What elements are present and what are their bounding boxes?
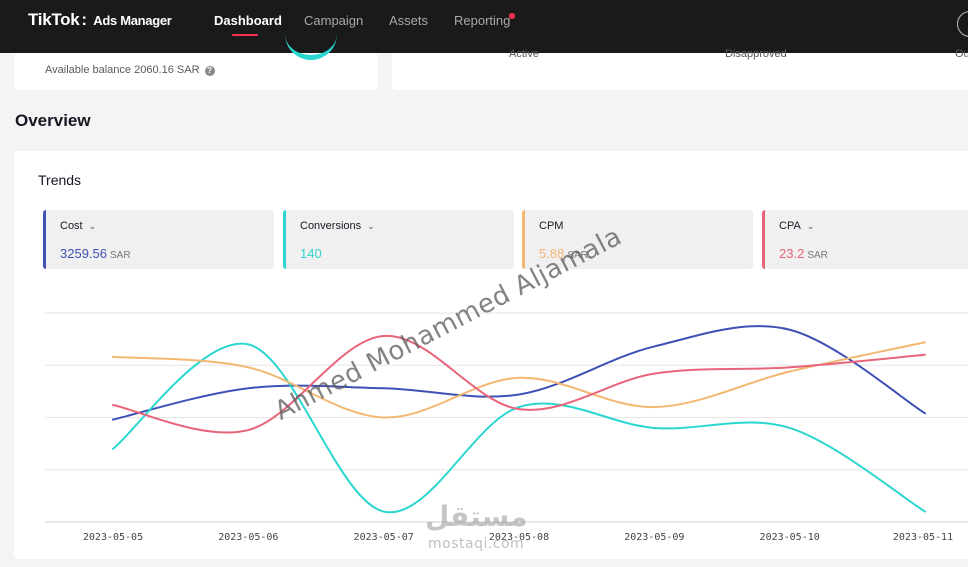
- metric-label[interactable]: Conversions ⌄: [300, 220, 375, 232]
- x-tick-label: 2023-05-06: [218, 532, 278, 543]
- x-tick-label: 2023-05-11: [893, 532, 953, 543]
- logo-text: TikTok: [28, 10, 80, 29]
- tiktok-ads-manager-logo[interactable]: TikTok: Ads Manager: [28, 10, 172, 30]
- trends-heading: Trends: [38, 172, 82, 188]
- metric-label[interactable]: CPA ⌄: [779, 220, 814, 232]
- available-balance: Available balance 2060.16 SAR ?: [45, 64, 215, 76]
- overview-heading: Overview: [15, 111, 91, 130]
- metric-color-bar: [43, 210, 46, 269]
- metric-label[interactable]: Cost ⌄: [60, 220, 96, 232]
- chevron-down-icon[interactable]: ⌄: [89, 221, 97, 232]
- nav-dashboard[interactable]: Dashboard: [214, 13, 282, 28]
- metric-value: 140: [300, 246, 322, 261]
- notification-dot: [509, 13, 515, 19]
- metric-label[interactable]: CPM: [539, 220, 563, 232]
- series-line-cost: [112, 325, 926, 421]
- nav-reporting[interactable]: Reporting: [454, 13, 510, 28]
- available-balance-text: Available balance 2060.16 SAR: [45, 64, 200, 76]
- metric-card-conversions[interactable]: Conversions ⌄ 140: [283, 210, 514, 269]
- top-nav-bar: TikTok: Ads Manager Dashboard Campaign A…: [0, 0, 968, 53]
- mostaqi-logo-url: mostaqi.com: [428, 536, 525, 552]
- metric-color-bar: [522, 210, 525, 269]
- x-tick-label: 2023-05-10: [760, 532, 820, 543]
- metric-unit: SAR: [807, 250, 828, 261]
- ads-status-card: [392, 53, 968, 90]
- metric-card-cpa[interactable]: CPA ⌄ 23.2 SAR: [762, 210, 968, 269]
- logo-separator: :: [81, 10, 87, 29]
- metric-name: Cost: [60, 220, 83, 232]
- metric-unit: SAR: [110, 250, 131, 261]
- status-disapproved-label: Disapproved: [725, 48, 787, 60]
- status-active-label: Active: [509, 48, 539, 60]
- info-icon[interactable]: ?: [204, 66, 215, 76]
- status-other-label: Ou: [955, 48, 968, 60]
- active-tab-underline: [232, 34, 258, 36]
- metric-value: 23.2: [779, 246, 805, 261]
- nav-assets[interactable]: Assets: [389, 13, 428, 28]
- metric-name: Conversions: [300, 220, 362, 232]
- x-tick-label: 2023-05-07: [354, 532, 414, 543]
- chevron-down-icon[interactable]: ⌄: [807, 221, 815, 232]
- x-tick-label: 2023-05-09: [624, 532, 684, 543]
- metric-card-cost[interactable]: Cost ⌄ 3259.56 SAR: [43, 210, 274, 269]
- chevron-down-icon[interactable]: ⌄: [367, 221, 375, 232]
- account-avatar[interactable]: [957, 11, 968, 37]
- mostaqi-logo-arabic: مستقل: [425, 500, 528, 533]
- x-tick-label: 2023-05-05: [83, 532, 143, 543]
- logo-subtitle: Ads Manager: [93, 13, 172, 28]
- metric-name: CPM: [539, 220, 564, 232]
- metric-color-bar: [283, 210, 286, 269]
- metric-name: CPA: [779, 220, 801, 232]
- metric-color-bar: [762, 210, 765, 269]
- metric-value: 3259.56: [60, 246, 107, 261]
